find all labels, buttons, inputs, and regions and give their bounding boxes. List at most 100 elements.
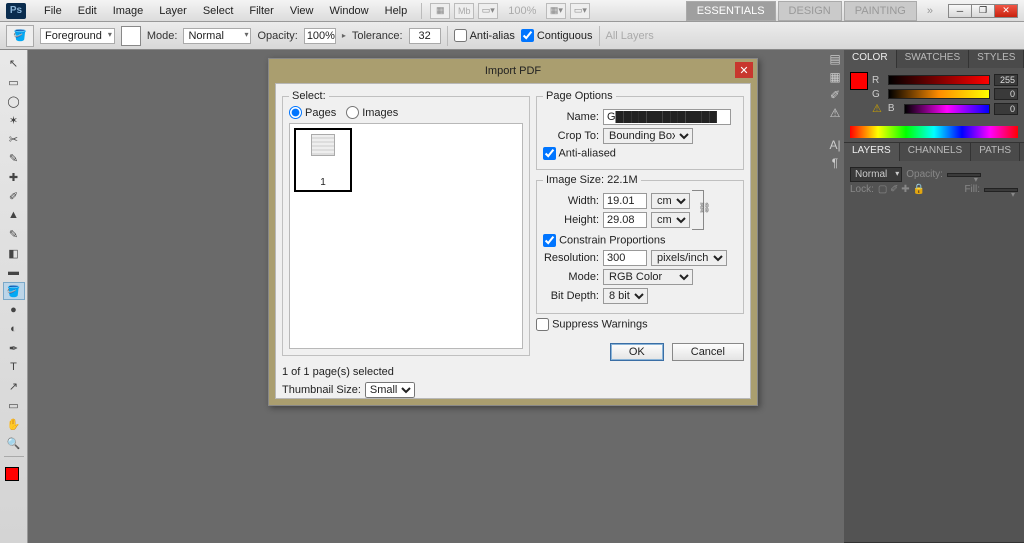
opacity-flyout-icon[interactable]: ▸ <box>342 31 346 40</box>
menu-layer[interactable]: Layer <box>151 2 195 20</box>
tab-layers[interactable]: LAYERS <box>844 143 900 161</box>
brush-panel-icon[interactable]: ✐ <box>826 86 844 104</box>
zoom-level[interactable]: 100% <box>500 2 544 20</box>
radio-pages[interactable]: Pages <box>289 106 336 119</box>
workspace-painting[interactable]: PAINTING <box>844 1 917 21</box>
constrain-chain-icon[interactable] <box>692 190 704 230</box>
crop-to-select[interactable]: Bounding Box <box>603 128 693 144</box>
bit-depth-select[interactable]: 8 bit <box>603 288 648 304</box>
tool-healing[interactable]: ✚ <box>3 168 25 186</box>
tool-pen[interactable]: ✒ <box>3 339 25 357</box>
layers-panel-menu-icon[interactable]: ≡ <box>1020 143 1024 161</box>
window-restore-icon[interactable]: ❐ <box>971 4 995 18</box>
tool-type[interactable]: T <box>3 358 25 376</box>
ok-button[interactable]: OK <box>610 343 664 361</box>
tab-swatches[interactable]: SWATCHES <box>897 50 970 68</box>
pattern-swatch[interactable] <box>121 26 141 46</box>
menu-filter[interactable]: Filter <box>241 2 281 20</box>
screen-mode-icon[interactable]: ▭▾ <box>570 3 590 19</box>
tool-shape[interactable]: ▭ <box>3 396 25 414</box>
tool-crop[interactable]: ✂ <box>3 130 25 148</box>
window-minimize-icon[interactable]: ─ <box>948 4 972 18</box>
current-tool-icon[interactable]: 🪣 <box>6 25 34 47</box>
tool-zoom[interactable]: 🔍 <box>3 434 25 452</box>
menu-edit[interactable]: Edit <box>70 2 105 20</box>
width-unit-select[interactable]: cm <box>651 193 690 209</box>
tool-move[interactable]: ↖ <box>3 54 25 72</box>
character-panel-icon[interactable]: A| <box>826 136 844 154</box>
width-input[interactable] <box>603 193 647 209</box>
window-close-icon[interactable]: ✕ <box>994 4 1018 18</box>
layer-fill-input[interactable] <box>984 188 1018 192</box>
tab-styles[interactable]: STYLES <box>969 50 1024 68</box>
thumbnail-area[interactable]: 1 <box>289 123 523 349</box>
tool-blur[interactable]: ● <box>3 301 25 319</box>
tool-dodge[interactable]: ◐ <box>3 320 25 338</box>
radio-images[interactable]: Images <box>346 106 398 119</box>
view-extras-icon[interactable]: ▭▾ <box>478 3 498 19</box>
history-panel-icon[interactable]: ▤ <box>826 50 844 68</box>
resolution-input[interactable] <box>603 250 647 266</box>
thumbnail-size-select[interactable]: Small <box>365 382 415 398</box>
opacity-input[interactable]: 100% <box>304 28 336 44</box>
tool-eraser[interactable]: ◧ <box>3 244 25 262</box>
bridge-icon[interactable]: ▦ <box>430 3 450 19</box>
tool-marquee[interactable]: ▭ <box>3 73 25 91</box>
tool-path[interactable]: ↗ <box>3 377 25 395</box>
height-input[interactable] <box>603 212 647 228</box>
lock-icons[interactable]: ▢ ✐ ✚ 🔒 <box>878 184 925 195</box>
color-swatches[interactable] <box>5 467 23 485</box>
page-thumbnail[interactable]: 1 <box>294 128 352 192</box>
tab-color[interactable]: COLOR <box>844 50 897 68</box>
gamut-warning-icon[interactable]: ⚠ <box>872 102 882 115</box>
tool-hand[interactable]: ✋ <box>3 415 25 433</box>
contiguous-checkbox[interactable]: Contiguous <box>521 29 593 42</box>
tab-paths[interactable]: PATHS <box>971 143 1020 161</box>
r-value[interactable]: 255 <box>994 74 1018 86</box>
tool-brush[interactable]: ✐ <box>3 187 25 205</box>
info-panel-icon[interactable]: ⚠ <box>826 104 844 122</box>
b-value[interactable]: 0 <box>994 103 1018 115</box>
mini-bridge-icon[interactable]: Mb <box>454 3 474 19</box>
tool-history-brush[interactable]: ✎ <box>3 225 25 243</box>
swatches-panel-icon[interactable]: ▦ <box>826 68 844 86</box>
tool-gradient[interactable]: ▬ <box>3 263 25 281</box>
color-mode-select[interactable]: RGB Color <box>603 269 693 285</box>
constrain-checkbox[interactable]: Constrain Proportions <box>543 234 665 247</box>
suppress-warnings-checkbox[interactable]: Suppress Warnings <box>536 318 648 331</box>
workspace-essentials[interactable]: ESSENTIALS <box>686 1 776 21</box>
b-slider[interactable] <box>904 104 990 114</box>
resolution-unit-select[interactable]: pixels/inch <box>651 250 727 266</box>
workspace-more-icon[interactable]: » <box>919 2 941 20</box>
tab-channels[interactable]: CHANNELS <box>900 143 971 161</box>
tool-lasso[interactable]: ◯ <box>3 92 25 110</box>
menu-select[interactable]: Select <box>195 2 242 20</box>
tool-quick-select[interactable]: ✶ <box>3 111 25 129</box>
menu-file[interactable]: File <box>36 2 70 20</box>
menu-window[interactable]: Window <box>322 2 377 20</box>
layer-opacity-input[interactable] <box>947 173 981 177</box>
antialiased-checkbox[interactable]: Anti-aliased <box>543 147 616 160</box>
g-slider[interactable] <box>888 89 990 99</box>
arrange-docs-icon[interactable]: ▦▾ <box>546 3 566 19</box>
blend-mode-select[interactable]: Normal <box>183 28 251 44</box>
name-input[interactable] <box>603 109 731 125</box>
foreground-color-swatch[interactable] <box>5 467 19 481</box>
paragraph-panel-icon[interactable]: ¶ <box>826 154 844 172</box>
dialog-close-button[interactable]: ✕ <box>735 62 753 78</box>
tolerance-input[interactable]: 32 <box>409 28 441 44</box>
menu-view[interactable]: View <box>282 2 322 20</box>
tool-bucket[interactable]: 🪣 <box>3 282 25 300</box>
layer-blend-mode[interactable]: Normal <box>850 167 902 182</box>
fill-source-select[interactable]: Foreground <box>40 28 115 44</box>
color-spectrum[interactable] <box>850 126 1018 138</box>
g-value[interactable]: 0 <box>994 88 1018 100</box>
workspace-design[interactable]: DESIGN <box>778 1 842 21</box>
tool-eyedropper[interactable]: ✎ <box>3 149 25 167</box>
cancel-button[interactable]: Cancel <box>672 343 744 361</box>
antialias-checkbox[interactable]: Anti-alias <box>454 29 515 42</box>
menu-image[interactable]: Image <box>105 2 152 20</box>
height-unit-select[interactable]: cm <box>651 212 690 228</box>
color-panel-swatch[interactable] <box>850 72 868 90</box>
menu-help[interactable]: Help <box>377 2 416 20</box>
